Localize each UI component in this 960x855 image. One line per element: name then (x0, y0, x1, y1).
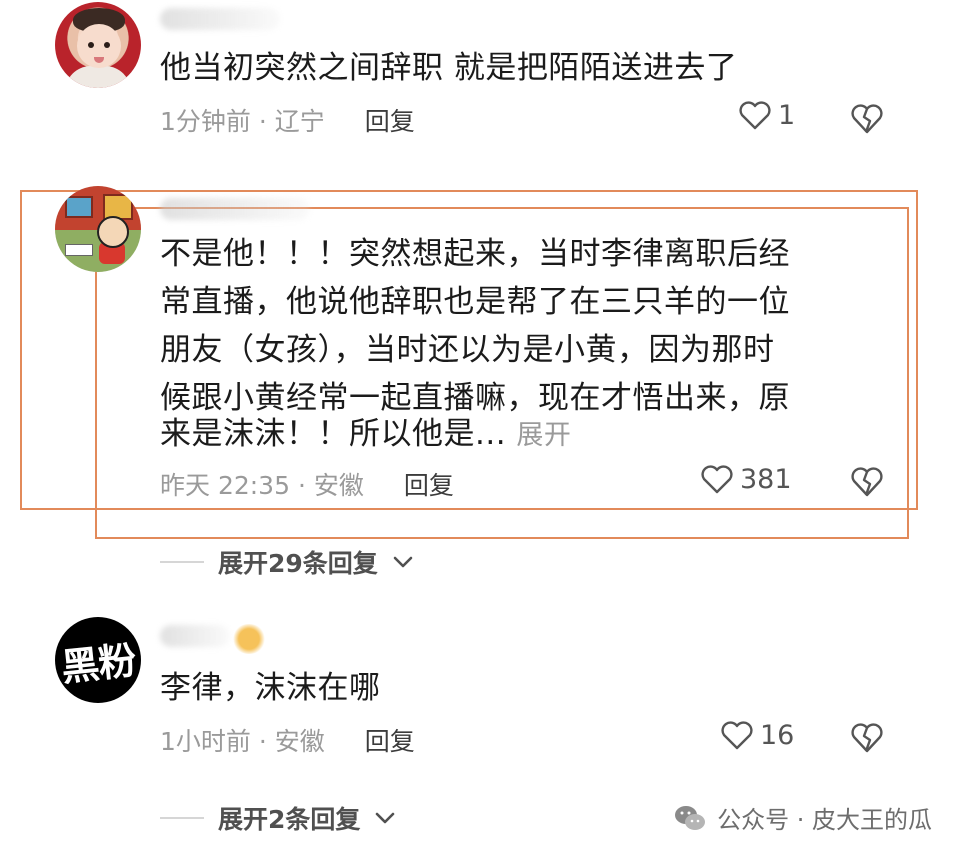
chevron-down-icon (393, 556, 413, 568)
avatar-window (65, 196, 93, 218)
username-blurred[interactable] (160, 198, 310, 220)
watermark: 公众号 · 皮大王的瓜 (673, 800, 932, 835)
avatar-eye (88, 42, 94, 48)
comment-time-location: 昨天 22:35 · 安徽 (160, 471, 364, 500)
username-blurred[interactable] (160, 8, 280, 30)
comment-meta: 1分钟前 · 辽宁 回复 (160, 102, 415, 138)
expand-text-link[interactable]: 展开 (516, 420, 571, 451)
reply-button[interactable]: 回复 (404, 471, 454, 500)
like-button[interactable]: 16 (720, 720, 794, 751)
expand-replies-label: 展开29条回复 (218, 549, 378, 578)
comment-text-last: 来是沫沫！！所以他是... (160, 416, 507, 452)
avatar-kid-head (97, 216, 129, 248)
divider-line (160, 561, 204, 563)
avatar-text: 黑粉 (59, 637, 138, 690)
heart-icon (739, 100, 771, 129)
comment-text-line: 常直播，他说他辞职也是帮了在三只羊的一位 (160, 284, 790, 320)
comment-time-location: 1小时前 · 安徽 (160, 727, 325, 756)
broken-heart-icon[interactable] (850, 103, 884, 135)
comment-text-line: 朋友（女孩），当时还以为是小黄，因为那时 (160, 332, 775, 368)
comment-text: 他当初突然之间辞职 就是把陌陌送进去了 (160, 50, 738, 86)
like-count: 1 (778, 100, 796, 131)
expand-replies-button[interactable]: 展开29条回复 (160, 544, 414, 580)
comment-text-line: 来是沫沫！！所以他是... 展开 (160, 410, 571, 460)
watermark-text: 公众号 · 皮大王的瓜 (717, 806, 932, 834)
avatar[interactable]: 黑粉 (55, 617, 141, 703)
heart-icon (701, 464, 733, 493)
like-button[interactable]: 1 (738, 100, 795, 131)
comment-time-location: 1分钟前 · 辽宁 (160, 107, 325, 136)
avatar-bench (65, 244, 93, 256)
reply-button[interactable]: 回复 (365, 107, 415, 136)
expand-replies-button[interactable]: 展开2条回复 (160, 800, 396, 836)
username-blurred[interactable] (160, 625, 230, 647)
avatar-eye (104, 42, 110, 48)
avatar[interactable] (55, 186, 141, 272)
like-button[interactable]: 381 (700, 464, 792, 495)
badge-icon (232, 624, 266, 654)
expand-replies-label: 展开2条回复 (218, 805, 361, 834)
comment-text: 李律，沫沫在哪 (160, 670, 381, 706)
like-count: 381 (740, 464, 792, 495)
broken-heart-icon[interactable] (850, 722, 884, 754)
wechat-icon (675, 805, 706, 830)
avatar[interactable] (55, 2, 141, 88)
reply-button[interactable]: 回复 (365, 727, 415, 756)
like-count: 16 (760, 720, 795, 751)
heart-icon (721, 720, 753, 749)
chevron-down-icon (376, 812, 395, 824)
comment-meta: 昨天 22:35 · 安徽 回复 (160, 466, 454, 502)
comment-meta: 1小时前 · 安徽 回复 (160, 722, 415, 758)
divider-line (160, 817, 204, 819)
comment-text-line: 不是他！！！突然想起来，当时李律离职后经 (160, 236, 790, 272)
avatar-shirt (65, 66, 131, 88)
broken-heart-icon[interactable] (850, 466, 884, 498)
